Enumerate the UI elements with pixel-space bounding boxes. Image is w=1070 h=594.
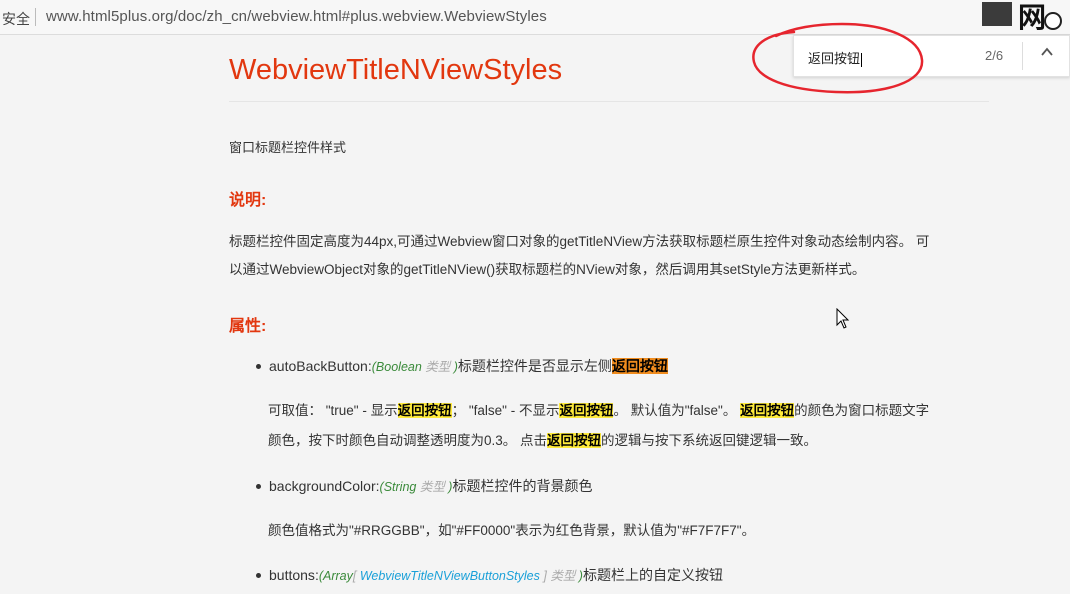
- detail-line-1: 可取值： "true" - 显示返回按钮； "false" - 不显示返回按钮。…: [268, 396, 990, 426]
- find-match-active: 返回按钮: [611, 358, 668, 374]
- type-bracket-close: ]: [539, 569, 547, 583]
- detail-line-2: 颜色，按下时颜色自动调整透明度为0.3。 点击返回按钮的逻辑与按下系统返回键逻辑…: [268, 426, 990, 456]
- type-name: Array: [323, 569, 353, 583]
- prop-item-backgroundcolor: backgroundColor:(String 类型 )标题栏控件的背景颜色: [256, 476, 592, 496]
- detail-text: ； "false" - 不显示: [451, 403, 560, 418]
- type-word: 类型: [416, 480, 449, 494]
- corner-logo: 网: [980, 0, 1070, 33]
- find-match: 返回按钮: [559, 403, 614, 418]
- record-icon: [1044, 12, 1062, 30]
- address-bar[interactable]: 安全 www.html5plus.org/doc/zh_cn/webview.h…: [0, 0, 1070, 35]
- find-match: 返回按钮: [740, 403, 795, 418]
- find-input[interactable]: 返回按钮: [808, 48, 863, 67]
- prop-type: (String 类型 ): [380, 480, 453, 494]
- note-paragraph: 标题栏控件固定高度为44px,可通过Webview窗口对象的getTitleNV…: [229, 228, 989, 284]
- bullet-icon: [256, 483, 261, 489]
- page-description: 窗口标题栏控件样式: [229, 140, 347, 155]
- detail-text: 的逻辑与按下系统返回键逻辑一致。: [601, 433, 818, 448]
- section-heading-props: 属性:: [229, 318, 267, 335]
- type-bracket-open: [: [352, 569, 360, 583]
- prop-type: (Array[ WebviewTitleNViewButtonStyles ] …: [319, 569, 583, 583]
- type-word: 类型: [421, 360, 454, 374]
- security-label[interactable]: 安全: [2, 9, 30, 29]
- type-name: String: [383, 480, 417, 494]
- prop-name: autoBackButton: [269, 358, 368, 374]
- mouse-cursor-icon: [836, 308, 850, 329]
- bullet-icon: [256, 572, 261, 578]
- chat-icon: [982, 2, 1012, 26]
- type-word: 类型: [546, 569, 579, 583]
- type-name: Boolean: [375, 360, 422, 374]
- prop-name: buttons: [269, 567, 315, 583]
- prop-desc: 标题栏上的自定义按钮: [582, 567, 723, 583]
- find-match: 返回按钮: [547, 433, 602, 448]
- note-line-2: 以通过WebviewObject对象的getTitleNView()获取标题栏的…: [229, 262, 866, 277]
- type-link[interactable]: WebviewTitleNViewButtonStyles: [360, 569, 540, 583]
- detail-text: 颜色，按下时颜色自动调整透明度为0.3。 点击: [268, 433, 548, 448]
- find-match: 返回按钮: [397, 403, 452, 418]
- detail-text: 的颜色为窗口标题文字: [794, 403, 930, 418]
- text-caret: [861, 52, 863, 67]
- corner-logo-text: 网: [1018, 2, 1047, 33]
- prop-desc: 标题栏控件的背景颜色: [452, 478, 593, 494]
- prop-detail-autobackbutton: 可取值： "true" - 显示返回按钮； "false" - 不显示返回按钮。…: [268, 396, 990, 456]
- prop-name: backgroundColor: [269, 478, 376, 494]
- find-match-count: 2/6: [985, 48, 1004, 63]
- url-text[interactable]: www.html5plus.org/doc/zh_cn/webview.html…: [46, 8, 547, 25]
- address-separator: [35, 8, 36, 26]
- note-line-1: 标题栏控件固定高度为44px,可通过Webview窗口对象的getTitleNV…: [229, 234, 930, 249]
- prop-desc: 标题栏控件是否显示左侧: [457, 358, 612, 374]
- chevron-up-icon[interactable]: [1038, 45, 1056, 65]
- prop-type: (Boolean 类型 ): [372, 360, 458, 374]
- bullet-icon: [256, 363, 261, 369]
- prop-detail-backgroundcolor: 颜色值格式为"#RRGGBB"，如"#FF0000"表示为红色背景，默认值为"#…: [268, 523, 756, 538]
- section-heading-note: 说明:: [229, 192, 267, 209]
- find-query[interactable]: 返回按钮: [808, 51, 860, 66]
- prop-item-buttons: buttons:(Array[ WebviewTitleNViewButtonS…: [256, 565, 723, 585]
- detail-text: 可取值： "true" - 显示: [268, 403, 398, 418]
- prop-item-autobackbutton: autoBackButton:(Boolean 类型 )标题栏控件是否显示左侧返…: [256, 356, 668, 376]
- title-divider: [229, 101, 989, 102]
- find-divider: [1022, 42, 1023, 70]
- find-bar[interactable]: 返回按钮 2/6: [793, 35, 1070, 77]
- detail-text: 。 默认值为"false"。: [613, 403, 741, 418]
